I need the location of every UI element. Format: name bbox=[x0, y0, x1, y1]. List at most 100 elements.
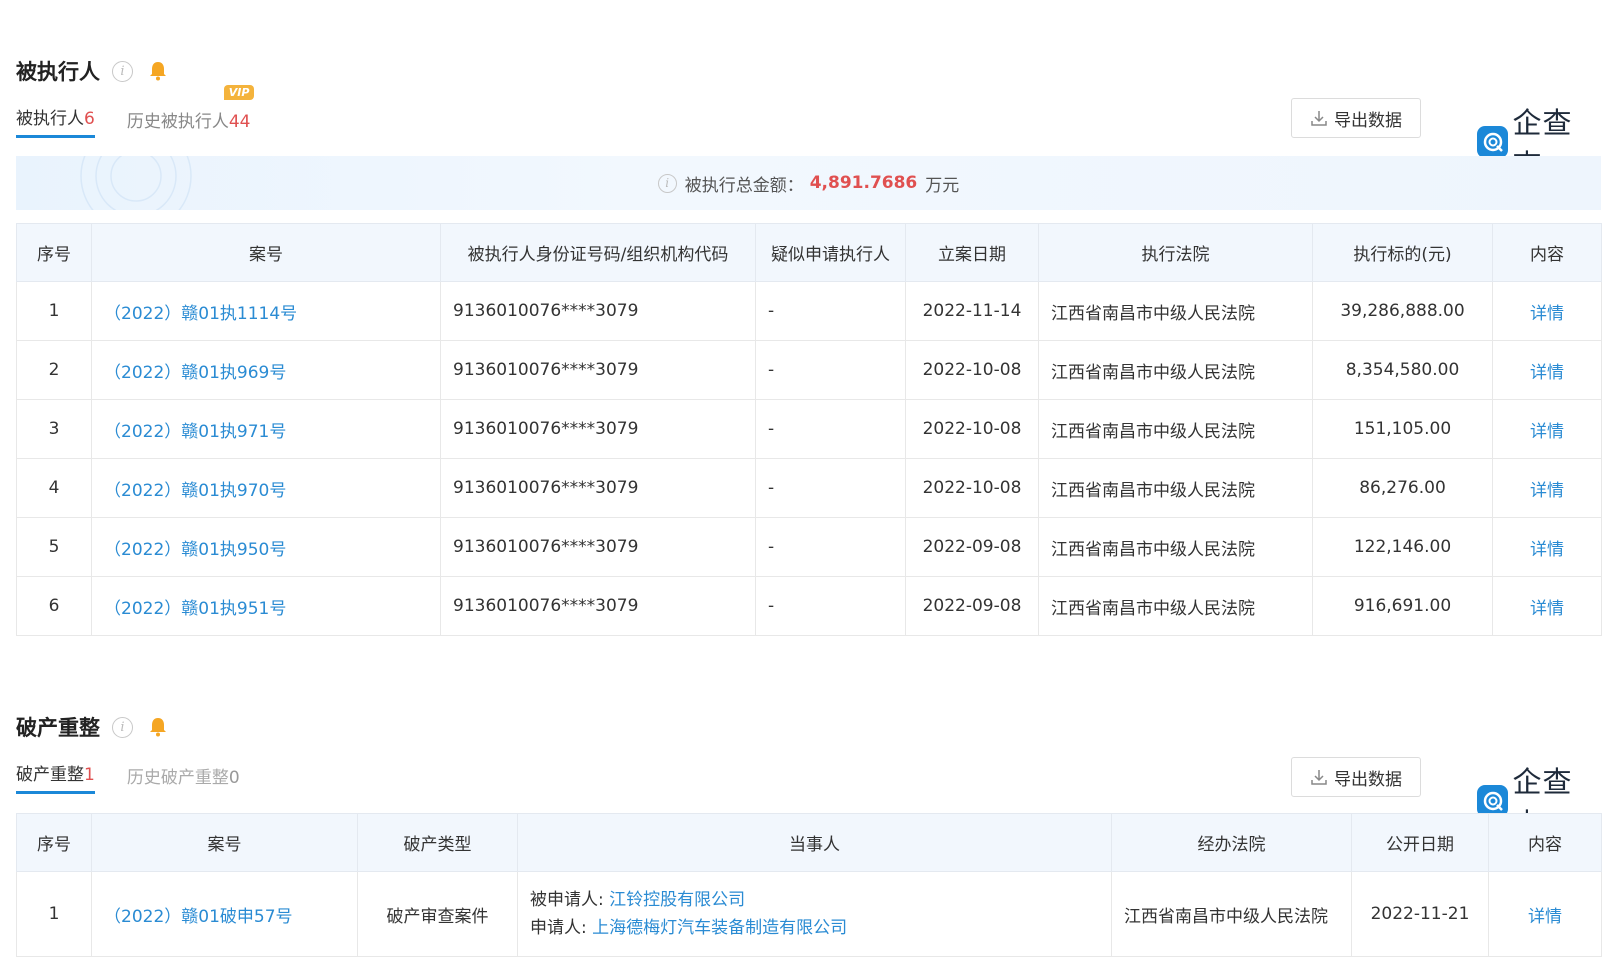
filing-date: 2022-10-08 bbox=[905, 399, 1039, 459]
info-icon[interactable]: i bbox=[657, 173, 677, 193]
court: 江西省南昌市中级人民法院 bbox=[1038, 399, 1313, 459]
court: 江西省南昌市中级人民法院 bbox=[1038, 340, 1313, 400]
download-icon bbox=[1311, 111, 1327, 126]
case-number-link[interactable]: （2022）赣01执971号 bbox=[91, 399, 441, 459]
details-link[interactable]: 详情 bbox=[1492, 399, 1602, 459]
org-id: 9136010076****3079 bbox=[440, 399, 756, 459]
col-header: 立案日期 bbox=[905, 223, 1039, 282]
court: 江西省南昌市中级人民法院 bbox=[1038, 517, 1313, 577]
details-link[interactable]: 详情 bbox=[1492, 458, 1602, 518]
filing-date: 2022-09-08 bbox=[905, 576, 1039, 636]
coin-decoration-icon bbox=[80, 156, 192, 210]
details-link[interactable]: 详情 bbox=[1492, 517, 1602, 577]
applicant-label: 申请人: bbox=[530, 918, 587, 938]
case-number-link[interactable]: （2022）赣01执950号 bbox=[91, 517, 441, 577]
case-number-link[interactable]: （2022）赣01执969号 bbox=[91, 340, 441, 400]
court: 江西省南昌市中级人民法院 bbox=[1111, 871, 1352, 957]
row-number: 2 bbox=[16, 340, 92, 400]
applicant-line: 申请人: 上海德梅灯汽车装备制造有限公司 bbox=[530, 914, 1099, 942]
table-row: 6 （2022）赣01执951号 9136010076****3079 - 20… bbox=[16, 576, 1602, 636]
publish-date: 2022-11-21 bbox=[1351, 871, 1489, 957]
parties: 被申请人: 江铃控股有限公司 申请人: 上海德梅灯汽车装备制造有限公司 bbox=[517, 871, 1112, 957]
details-link[interactable]: 详情 bbox=[1492, 281, 1602, 341]
col-header: 序号 bbox=[16, 813, 92, 872]
total-amount-unit: 万元 bbox=[925, 175, 960, 196]
applicant: - bbox=[755, 517, 906, 577]
col-header: 公开日期 bbox=[1351, 813, 1489, 872]
col-header: 案号 bbox=[91, 813, 358, 872]
filing-date: 2022-09-08 bbox=[905, 517, 1039, 577]
vip-badge: VIP bbox=[223, 85, 255, 100]
applicant: - bbox=[755, 399, 906, 459]
section-title: 破产重整 bbox=[16, 716, 100, 740]
amount: 916,691.00 bbox=[1312, 576, 1493, 636]
table-header-row: 序号 案号 破产类型 当事人 经办法院 公开日期 内容 bbox=[16, 813, 1602, 872]
amount: 151,105.00 bbox=[1312, 399, 1493, 459]
org-id: 9136010076****3079 bbox=[440, 281, 756, 341]
filing-date: 2022-10-08 bbox=[905, 458, 1039, 518]
table-row: 2 （2022）赣01执969号 9136010076****3079 - 20… bbox=[16, 340, 1602, 400]
col-header: 内容 bbox=[1488, 813, 1602, 872]
org-id: 9136010076****3079 bbox=[440, 517, 756, 577]
col-header: 内容 bbox=[1492, 223, 1602, 282]
total-amount-label: 被执行总金额： bbox=[684, 175, 804, 196]
case-number-link[interactable]: （2022）赣01执951号 bbox=[91, 576, 441, 636]
table-row: 3 （2022）赣01执971号 9136010076****3079 - 20… bbox=[16, 399, 1602, 459]
tab-history-executed[interactable]: VIP 历史被执行人44 bbox=[127, 85, 255, 138]
court: 江西省南昌市中级人民法院 bbox=[1038, 576, 1313, 636]
details-link[interactable]: 详情 bbox=[1492, 340, 1602, 400]
org-id: 9136010076****3079 bbox=[440, 340, 756, 400]
tab-history-bankruptcy[interactable]: 历史破产重整0 bbox=[127, 763, 240, 794]
table-header-row: 序号 案号 被执行人身份证号码/组织机构代码 疑似申请执行人 立案日期 执行法院… bbox=[16, 223, 1602, 282]
amount: 122,146.00 bbox=[1312, 517, 1493, 577]
filing-date: 2022-10-08 bbox=[905, 340, 1039, 400]
org-id: 9136010076****3079 bbox=[440, 458, 756, 518]
details-link[interactable]: 详情 bbox=[1492, 576, 1602, 636]
info-icon[interactable]: i bbox=[112, 716, 133, 738]
applicant: - bbox=[755, 281, 906, 341]
bankruptcy-type: 破产审查案件 bbox=[357, 871, 518, 957]
col-header: 执行法院 bbox=[1038, 223, 1313, 282]
applicant: - bbox=[755, 340, 906, 400]
amount: 86,276.00 bbox=[1312, 458, 1493, 518]
table-row: 5 （2022）赣01执950号 9136010076****3079 - 20… bbox=[16, 517, 1602, 577]
row-number: 5 bbox=[16, 517, 92, 577]
details-link[interactable]: 详情 bbox=[1488, 871, 1602, 957]
table-row: 1 （2022）赣01执1114号 9136010076****3079 - 2… bbox=[16, 281, 1602, 341]
tab-bar: 被执行人6 VIP 历史被执行人44 bbox=[16, 85, 282, 138]
download-icon bbox=[1311, 770, 1327, 785]
tab-bar: 破产重整1 历史破产重整0 bbox=[16, 760, 272, 794]
section-title: 被执行人 bbox=[16, 60, 100, 84]
tab-bankruptcy[interactable]: 破产重整1 bbox=[16, 760, 95, 794]
org-id: 9136010076****3079 bbox=[440, 576, 756, 636]
col-header: 案号 bbox=[91, 223, 441, 282]
row-number: 1 bbox=[16, 281, 92, 341]
case-number-link[interactable]: （2022）赣01执970号 bbox=[91, 458, 441, 518]
case-number-link[interactable]: （2022）赣01破申57号 bbox=[91, 871, 358, 957]
export-data-button[interactable]: 导出数据 bbox=[1291, 98, 1421, 138]
col-header: 经办法院 bbox=[1111, 813, 1352, 872]
respondent-link[interactable]: 江铃控股有限公司 bbox=[609, 890, 745, 910]
total-amount-bar: i 被执行总金额： 4,891.7686 万元 bbox=[16, 156, 1601, 210]
tab-executed[interactable]: 被执行人6 bbox=[16, 104, 95, 138]
bell-icon[interactable] bbox=[147, 60, 169, 82]
export-data-button[interactable]: 导出数据 bbox=[1291, 757, 1421, 797]
col-header: 破产类型 bbox=[357, 813, 518, 872]
col-header: 当事人 bbox=[517, 813, 1112, 872]
bell-icon[interactable] bbox=[147, 716, 169, 738]
case-number-link[interactable]: （2022）赣01执1114号 bbox=[91, 281, 441, 341]
info-icon[interactable]: i bbox=[112, 60, 133, 82]
section-header: 被执行人 i bbox=[16, 56, 169, 86]
applicant-link[interactable]: 上海德梅灯汽车装备制造有限公司 bbox=[592, 918, 847, 938]
col-header: 疑似申请执行人 bbox=[755, 223, 906, 282]
row-number: 6 bbox=[16, 576, 92, 636]
respondent-label: 被申请人: bbox=[530, 890, 604, 910]
amount: 39,286,888.00 bbox=[1312, 281, 1493, 341]
qcc-logo-icon bbox=[1477, 126, 1509, 158]
amount: 8,354,580.00 bbox=[1312, 340, 1493, 400]
filing-date: 2022-11-14 bbox=[905, 281, 1039, 341]
bankruptcy-table: 序号 案号 破产类型 当事人 经办法院 公开日期 内容 1 （2022）赣01破… bbox=[16, 813, 1602, 957]
row-number: 1 bbox=[16, 871, 92, 957]
total-amount-value: 4,891.7686 bbox=[809, 173, 918, 193]
section-header: 破产重整 i bbox=[16, 712, 169, 742]
